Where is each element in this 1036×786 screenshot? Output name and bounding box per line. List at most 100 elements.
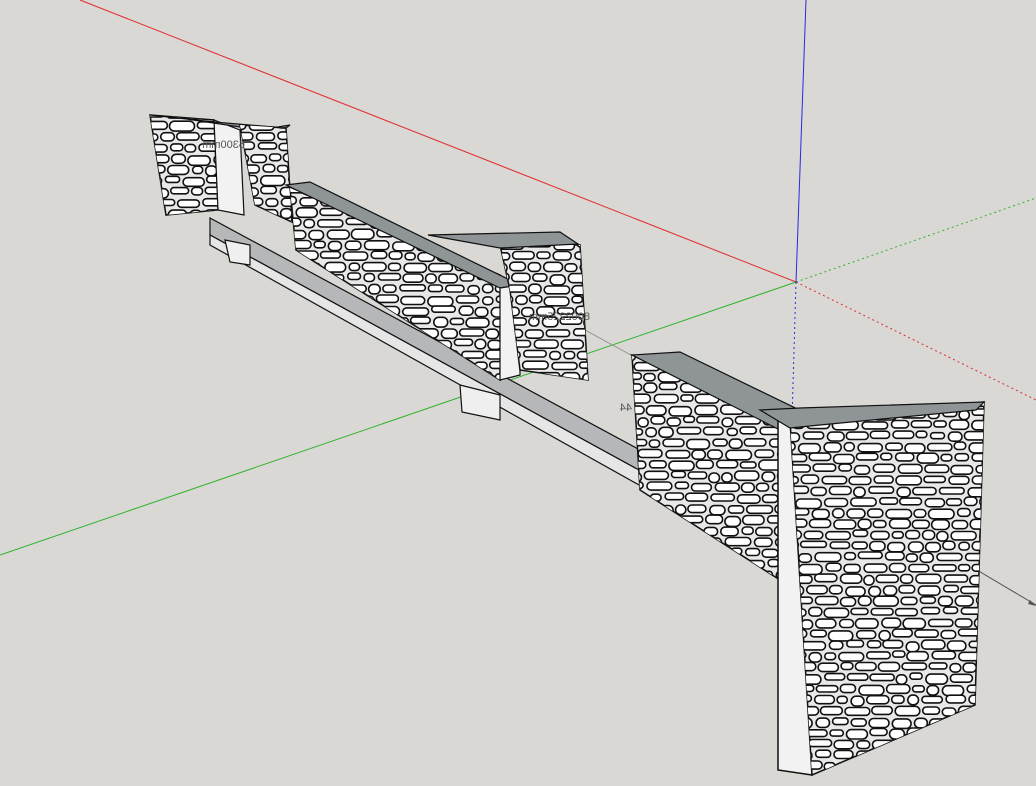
stone <box>865 651 892 660</box>
stone <box>308 229 325 241</box>
stone <box>718 570 737 580</box>
stone <box>637 448 663 459</box>
stone <box>910 773 926 775</box>
stone <box>752 372 772 384</box>
stone <box>978 530 984 543</box>
stone <box>923 475 947 484</box>
stone <box>584 295 588 306</box>
stone <box>754 449 775 459</box>
stone <box>375 294 400 304</box>
stone <box>474 338 487 350</box>
stone <box>730 547 743 556</box>
stone <box>706 537 723 547</box>
stone <box>884 551 906 561</box>
stone <box>581 372 588 380</box>
stone <box>586 338 588 347</box>
stone <box>868 485 895 495</box>
stone <box>511 250 535 260</box>
stone <box>948 419 970 431</box>
stone <box>858 684 885 696</box>
stone <box>802 431 825 440</box>
stone <box>956 507 971 518</box>
stone <box>522 349 547 358</box>
stone <box>362 373 375 380</box>
stone <box>290 318 303 330</box>
dimension-label-center: 8002225mm <box>529 311 590 323</box>
stone <box>150 164 166 174</box>
stone <box>311 306 324 316</box>
stone <box>945 497 963 507</box>
stone <box>813 573 838 583</box>
stone <box>975 673 984 684</box>
stone <box>906 650 930 662</box>
stone <box>401 307 430 317</box>
stone <box>521 360 549 370</box>
model-canvas[interactable]: 6300mm 8002225mm 44 <box>0 0 1036 781</box>
stone <box>839 683 857 694</box>
stone <box>551 361 578 371</box>
stone <box>861 421 889 430</box>
stone <box>157 198 176 207</box>
stone <box>291 131 292 140</box>
stone <box>891 628 914 638</box>
stone <box>940 453 953 462</box>
stone <box>838 618 855 629</box>
stone <box>288 383 311 390</box>
stone <box>184 143 197 153</box>
stone <box>884 442 904 452</box>
stone <box>971 452 984 462</box>
stone <box>380 384 395 392</box>
stone <box>843 563 862 574</box>
stone <box>691 581 710 591</box>
stone <box>150 197 157 207</box>
stone <box>831 717 849 726</box>
stone <box>963 496 978 507</box>
stone <box>695 459 715 470</box>
stone <box>455 295 480 304</box>
stone <box>892 430 915 440</box>
stone <box>829 541 851 550</box>
stone <box>563 350 576 360</box>
stone <box>548 350 562 361</box>
stone <box>632 427 644 436</box>
stone <box>905 641 920 653</box>
stone <box>957 651 982 662</box>
stone <box>674 504 687 516</box>
stone <box>963 430 984 441</box>
stone <box>970 419 984 431</box>
stone <box>933 727 957 737</box>
stone <box>874 749 895 758</box>
stone <box>435 188 451 193</box>
stone <box>176 199 201 209</box>
stone <box>931 650 957 660</box>
stone <box>662 438 685 448</box>
stone <box>643 470 670 481</box>
stone <box>929 431 946 440</box>
stone <box>572 327 588 337</box>
stone <box>926 442 953 452</box>
stone <box>326 229 351 240</box>
stone <box>342 251 369 261</box>
stone <box>913 508 927 519</box>
stone <box>632 372 643 381</box>
stone <box>568 384 582 392</box>
stone <box>490 218 500 231</box>
stone <box>528 294 543 304</box>
stone <box>367 283 382 295</box>
stone <box>855 629 877 640</box>
stone <box>898 584 916 594</box>
stone <box>823 497 849 508</box>
stone <box>808 518 832 529</box>
stone <box>437 273 459 284</box>
stone <box>187 155 211 167</box>
stone <box>932 420 947 428</box>
stone <box>713 582 733 590</box>
stone <box>388 250 403 260</box>
stone <box>755 482 770 492</box>
sketchup-3d-viewport[interactable]: 6300mm 8002225mm 44 <box>0 0 1036 781</box>
stone <box>150 176 163 185</box>
stone <box>252 208 279 219</box>
stone <box>935 530 949 542</box>
stone <box>924 464 950 474</box>
stone <box>808 651 823 663</box>
